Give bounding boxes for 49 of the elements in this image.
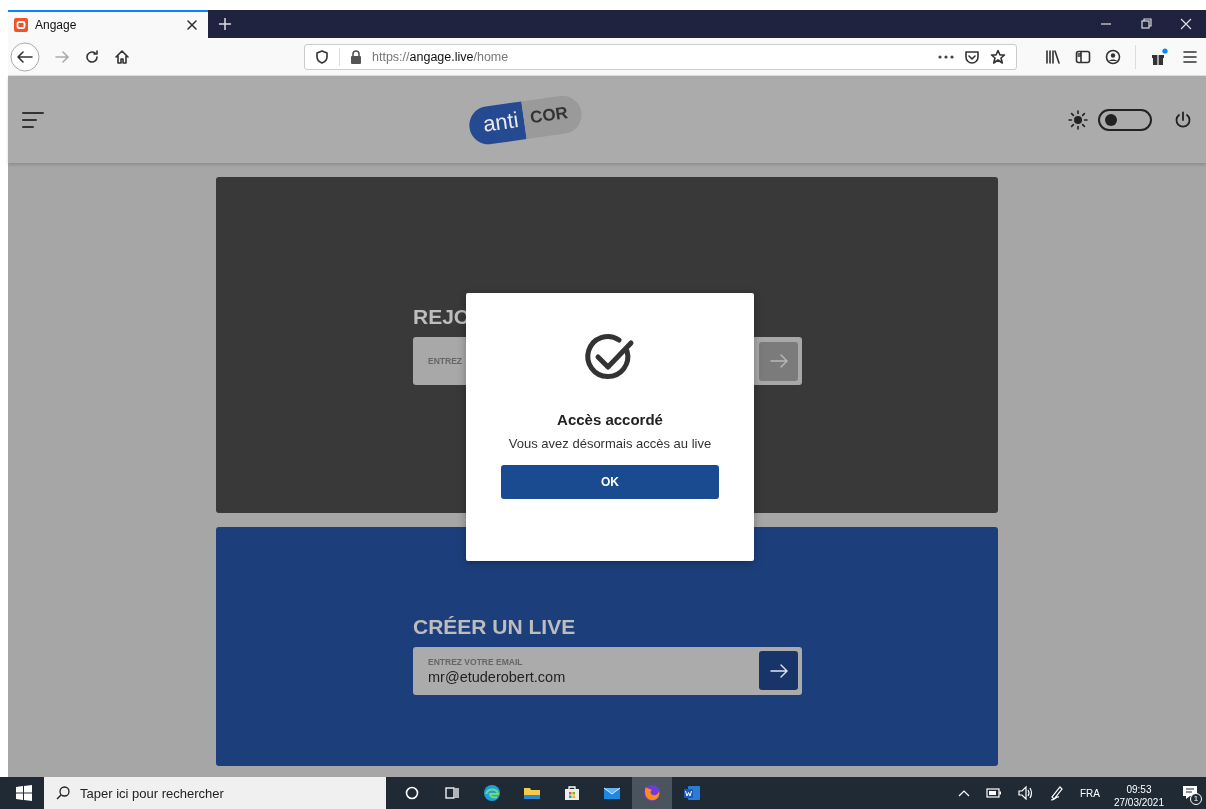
new-tab-icon[interactable] (218, 17, 232, 31)
tab-title: Angage (35, 18, 77, 32)
arrow-right-icon (769, 663, 788, 678)
theme-toggle[interactable] (1098, 108, 1152, 131)
home-icon[interactable] (114, 48, 130, 65)
language-indicator[interactable]: FRA (1079, 787, 1100, 799)
library-icon[interactable] (1045, 48, 1062, 65)
more-icon[interactable] (938, 53, 955, 60)
battery-icon[interactable] (985, 788, 1002, 798)
fox-globe-icon[interactable] (632, 777, 672, 809)
lock-icon (350, 49, 362, 64)
pocket-icon[interactable] (964, 48, 981, 65)
ok-button[interactable]: OK (501, 465, 719, 499)
logo-text: anti (467, 100, 528, 147)
url-text: https://angage.live/home (372, 49, 509, 64)
address-bar[interactable]: https://angage.live/home (304, 43, 1018, 70)
browser-tab[interactable]: Angage (8, 10, 208, 38)
search-placeholder: Taper ici pour rechercher (80, 785, 224, 801)
menu-icon[interactable] (22, 110, 44, 129)
dialog-message: Vous avez désormais accès au live (508, 436, 712, 451)
field-value: mr@etuderobert.com (428, 668, 566, 685)
chevron-up-icon[interactable] (957, 789, 970, 797)
arrow-right-icon (769, 354, 788, 368)
gift-icon[interactable] (1150, 47, 1168, 66)
sidebar-icon[interactable] (1075, 48, 1092, 65)
windows-start-icon[interactable] (16, 785, 32, 801)
card-title: CRÉER UN LIVE (413, 614, 577, 639)
reload-icon[interactable] (84, 48, 100, 65)
menu-icon[interactable] (1182, 48, 1198, 65)
taskbar-search-field[interactable]: Taper ici pour rechercher (44, 777, 386, 809)
field-label: ENTREZ VOTRE EMAIL (428, 656, 524, 667)
clock-time[interactable]: 09:53 (1126, 783, 1152, 796)
pen-icon[interactable] (1049, 785, 1064, 801)
speaker-icon[interactable] (1017, 786, 1034, 800)
sun-icon[interactable] (1068, 109, 1088, 130)
field-label: ENTREZ (428, 356, 462, 366)
site-favicon (14, 18, 28, 32)
star-icon[interactable] (990, 48, 1007, 65)
submit-button[interactable] (759, 651, 798, 690)
notification-count: 1 (1190, 793, 1202, 805)
clock-date[interactable]: 27/03/2021 (1113, 796, 1164, 809)
shield-icon (315, 49, 329, 64)
back-icon[interactable] (10, 41, 40, 72)
dialog-title: Accès accordé (557, 411, 663, 428)
email-field[interactable]: ENTREZ VOTRE EMAIL mr@etuderobert.com (413, 646, 802, 695)
account-icon[interactable] (1105, 48, 1122, 65)
close-icon[interactable] (186, 19, 198, 31)
search-icon (56, 786, 70, 800)
power-icon[interactable] (1174, 110, 1192, 129)
